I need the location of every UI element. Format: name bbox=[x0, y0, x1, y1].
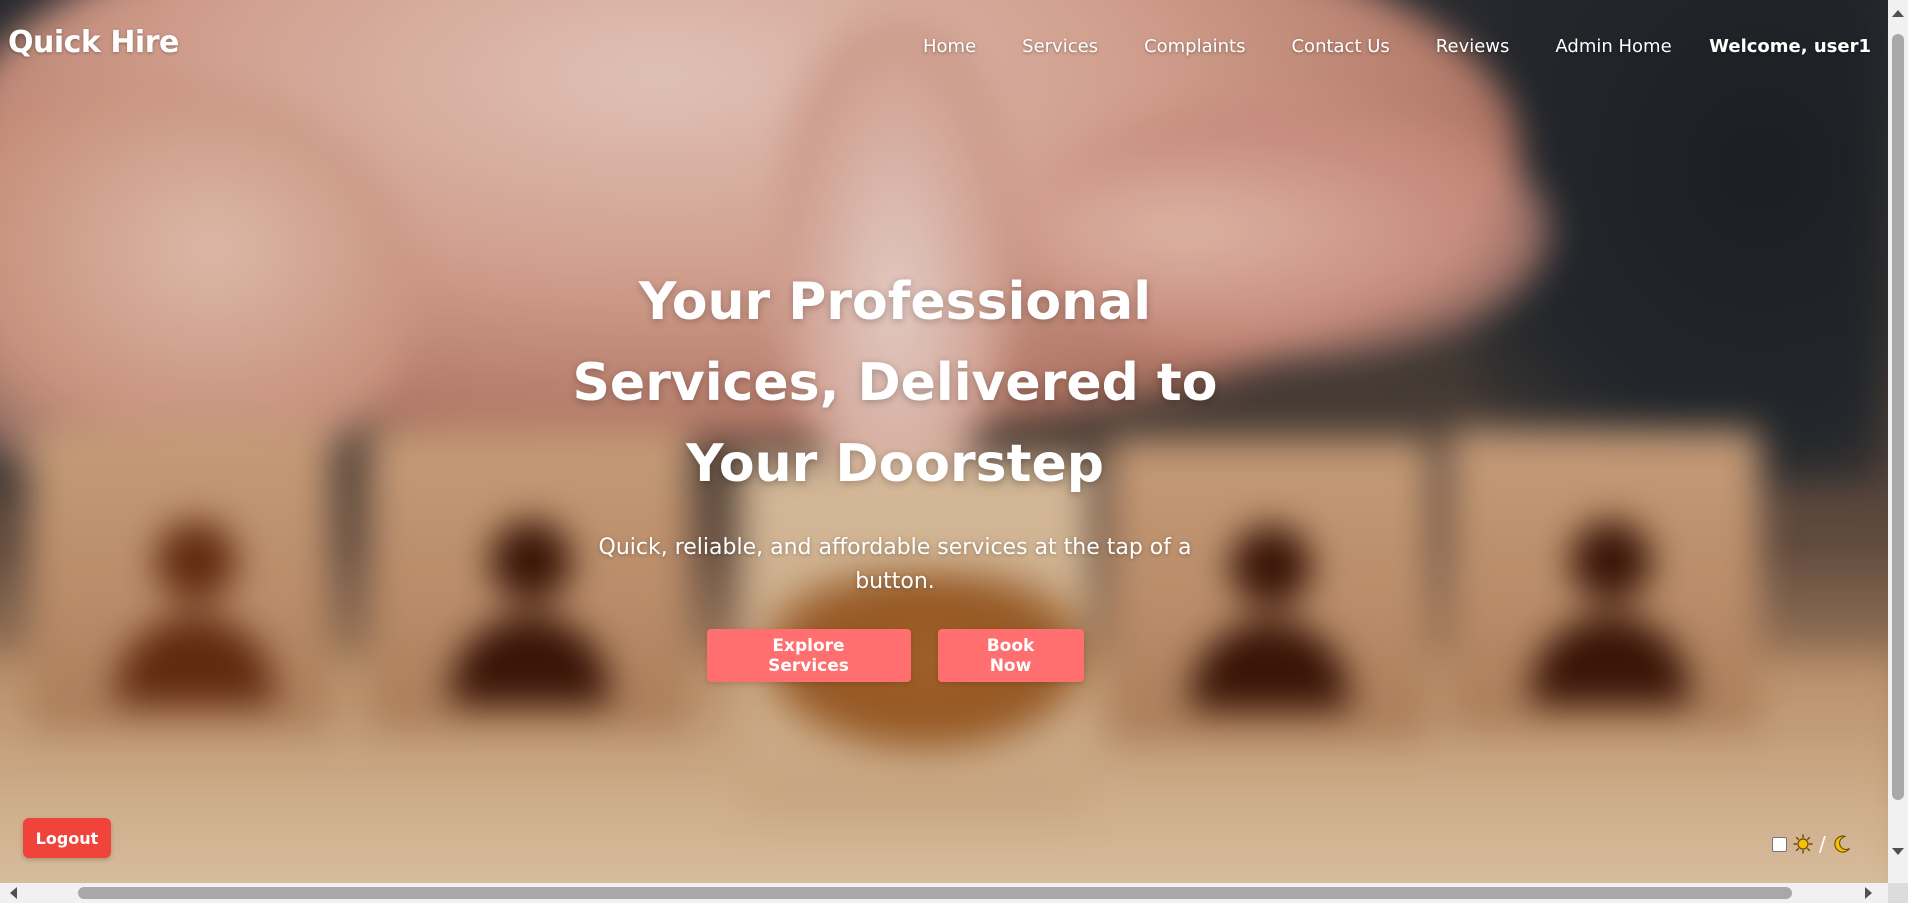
scroll-up-arrow-icon[interactable] bbox=[1892, 10, 1904, 17]
nav-link-contact-us[interactable]: Contact Us bbox=[1291, 36, 1389, 57]
sun-icon bbox=[1793, 834, 1813, 854]
explore-services-button[interactable]: Explore Services bbox=[706, 629, 911, 682]
hero-subtitle: Quick, reliable, and affordable services… bbox=[598, 535, 1192, 594]
vertical-scroll-thumb[interactable] bbox=[1892, 34, 1904, 800]
nav-link-services[interactable]: Services bbox=[1022, 36, 1098, 57]
nav-link-admin-home[interactable]: Admin Home bbox=[1555, 36, 1671, 57]
nav-links: Home Services Complaints Contact Us Revi… bbox=[923, 36, 1718, 57]
site-logo[interactable]: Quick Hire bbox=[8, 25, 179, 60]
nav-link-home[interactable]: Home bbox=[923, 36, 976, 57]
theme-toggle: / bbox=[1772, 832, 1852, 856]
moon-icon bbox=[1832, 834, 1852, 854]
horizontal-scrollbar[interactable] bbox=[0, 883, 1888, 903]
theme-separator: / bbox=[1819, 832, 1826, 856]
page-viewport: Quick Hire Home Services Complaints Cont… bbox=[0, 0, 1888, 883]
hero-section: Your Professional Services, Delivered to… bbox=[560, 262, 1230, 682]
scrollbar-corner bbox=[1888, 883, 1908, 903]
hero-title: Your Professional Services, Delivered to… bbox=[572, 272, 1218, 494]
book-now-button[interactable]: Book Now bbox=[937, 629, 1084, 682]
nav-link-complaints[interactable]: Complaints bbox=[1144, 36, 1245, 57]
horizontal-scroll-thumb[interactable] bbox=[78, 887, 1792, 899]
navbar: Quick Hire Home Services Complaints Cont… bbox=[0, 0, 1888, 92]
scroll-left-arrow-icon[interactable] bbox=[10, 887, 17, 899]
vertical-scrollbar[interactable] bbox=[1888, 0, 1908, 883]
scroll-down-arrow-icon[interactable] bbox=[1892, 848, 1904, 855]
scroll-right-arrow-icon[interactable] bbox=[1865, 887, 1872, 899]
hero-buttons: Explore Services Book Now bbox=[560, 629, 1230, 682]
logout-button[interactable]: Logout bbox=[23, 818, 111, 858]
theme-toggle-checkbox[interactable] bbox=[1772, 836, 1787, 852]
nav-link-reviews[interactable]: Reviews bbox=[1436, 36, 1510, 57]
welcome-user-text: Welcome, user1 bbox=[1709, 36, 1871, 57]
